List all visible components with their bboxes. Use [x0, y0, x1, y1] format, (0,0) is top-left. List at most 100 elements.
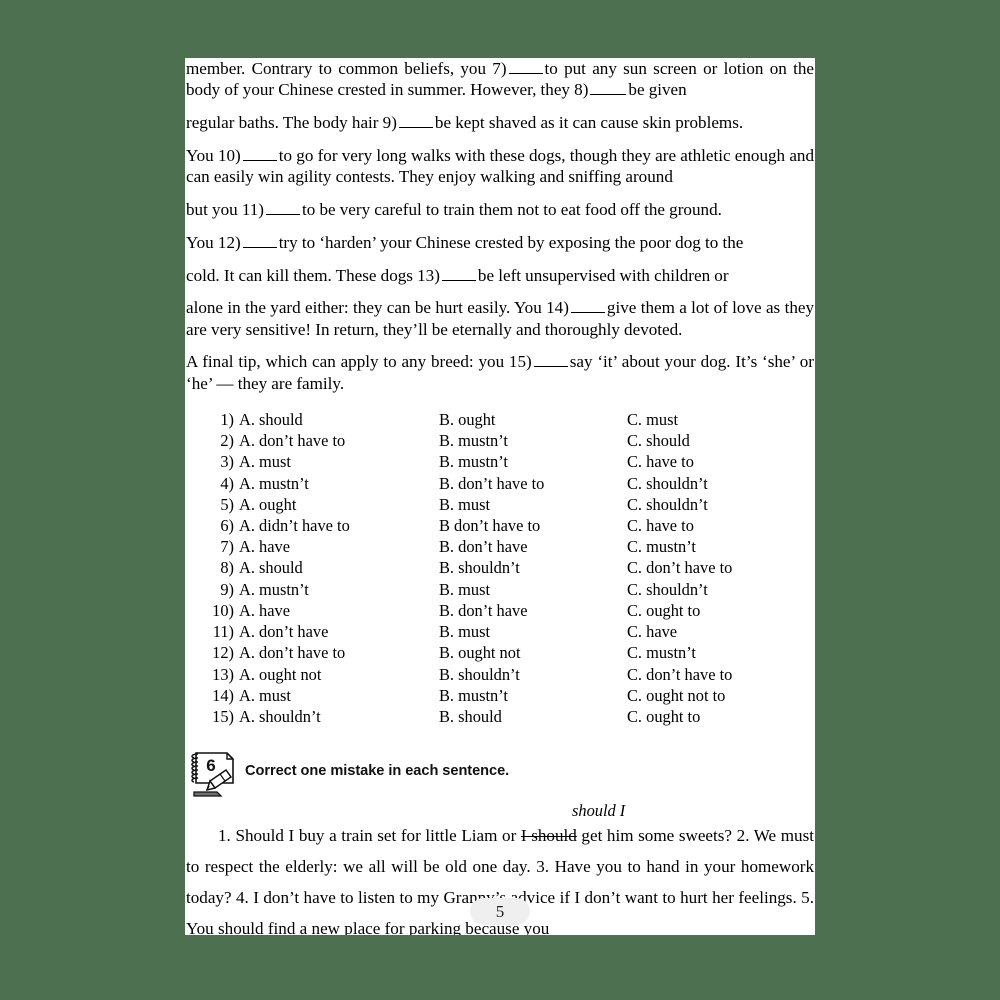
paragraph-text: alone in the yard either: they can be hu…: [186, 298, 569, 318]
option-choice-c[interactable]: C. have: [627, 621, 815, 642]
option-choice-c[interactable]: C. have to: [627, 515, 815, 536]
paragraph-text: be kept shaved as it can cause skin prob…: [434, 113, 744, 133]
option-choice-c[interactable]: C. must: [627, 409, 815, 430]
option-choice-a[interactable]: A. don’t have: [234, 621, 439, 642]
option-choice-c[interactable]: C. mustn’t: [627, 642, 815, 663]
option-choice-b[interactable]: B. don’t have to: [439, 473, 627, 494]
paragraph-text: to go for very long walks with these dog…: [186, 145, 815, 187]
passage-paragraph: A final tip, which can apply to any bree…: [185, 351, 815, 394]
option-row: 5) A. ought B. must C. shouldn’t: [204, 494, 815, 515]
option-choice-b[interactable]: B. mustn’t: [439, 430, 627, 451]
option-choice-b[interactable]: B. don’t have: [439, 600, 627, 621]
paragraph-text: be left unsupervised with children or: [477, 265, 729, 285]
option-row: 7) A. have B. don’t have C. mustn’t: [204, 536, 815, 557]
option-choice-a[interactable]: A. should: [234, 557, 439, 578]
option-choice-c[interactable]: C. ought to: [627, 600, 815, 621]
answer-blank[interactable]: [242, 149, 277, 161]
passage-paragraph: alone in the yard either: they can be hu…: [185, 297, 815, 340]
passage-paragraph: cold. It can kill them. These dogs 13) be…: [185, 265, 815, 286]
sentence-number: 1.: [218, 826, 231, 846]
passage-paragraph: You 10) to go for very long walks with th…: [185, 145, 815, 188]
option-number: 4): [220, 473, 234, 493]
answer-blank[interactable]: [570, 301, 605, 314]
option-choice-b[interactable]: B. don’t have: [439, 536, 627, 557]
option-number: 2): [220, 431, 234, 451]
option-choice-a[interactable]: A. should: [234, 409, 439, 430]
answer-blank[interactable]: [441, 269, 476, 281]
option-choice-c[interactable]: C. ought not to: [627, 685, 815, 706]
option-row: 11) A. don’t have B. must C. have: [204, 621, 815, 642]
answer-blank[interactable]: [508, 62, 543, 74]
option-row: 4) A. mustn’t B. don’t have to C. should…: [204, 473, 815, 494]
option-row: 12) A. don’t have to B. ought not C. mus…: [204, 642, 815, 663]
option-choice-b[interactable]: B. should: [439, 706, 627, 727]
option-row: 8) A. should B. shouldn’t C. don’t have …: [204, 557, 815, 578]
option-choice-b[interactable]: B. must: [439, 621, 627, 642]
paragraph-text: but you 11): [186, 199, 264, 219]
option-choice-a[interactable]: A. didn’t have to: [234, 515, 439, 536]
option-choice-c[interactable]: C. don’t have to: [627, 557, 815, 578]
option-choice-a[interactable]: A. must: [234, 451, 439, 472]
paragraph-text: try to ‘harden’ your Chinese crested by …: [278, 232, 744, 252]
struck-through-text: I should: [520, 826, 577, 846]
option-choice-c[interactable]: C. shouldn’t: [627, 579, 815, 600]
option-choice-a[interactable]: A. ought: [234, 494, 439, 515]
option-choice-a[interactable]: A. have: [234, 600, 439, 621]
option-choice-b[interactable]: B. mustn’t: [439, 451, 627, 472]
option-choice-b[interactable]: B don’t have to: [439, 515, 627, 536]
option-choice-b[interactable]: B. must: [439, 579, 627, 600]
svg-text:6: 6: [206, 756, 215, 775]
option-number: 13): [212, 664, 234, 684]
option-choice-c[interactable]: C. don’t have to: [627, 664, 815, 685]
option-choice-c[interactable]: C. shouldn’t: [627, 494, 815, 515]
option-choice-c[interactable]: C. have to: [627, 451, 815, 472]
option-number: 11): [212, 622, 234, 642]
sentence-text-before: Should I buy a train set for little Liam…: [235, 826, 521, 846]
passage-section: member. Contrary to common beliefs, you …: [185, 58, 815, 394]
option-number: 8): [220, 558, 234, 578]
paragraph-text: You 10): [186, 145, 241, 165]
option-choice-c[interactable]: C. shouldn’t: [627, 473, 815, 494]
option-number: 3): [220, 452, 234, 472]
option-choice-c[interactable]: C. ought to: [627, 706, 815, 727]
option-choice-a[interactable]: A. mustn’t: [234, 473, 439, 494]
paragraph-text: be given: [628, 80, 687, 100]
paragraph-text: regular baths. The body hair 9): [186, 113, 397, 133]
passage-paragraph: but you 11) to be very careful to train t…: [185, 199, 815, 220]
option-choice-c[interactable]: C. should: [627, 430, 815, 451]
option-number: 9): [220, 579, 234, 599]
option-number: 10): [212, 600, 234, 620]
option-choice-a[interactable]: A. don’t have to: [234, 430, 439, 451]
option-choice-b[interactable]: B. shouldn’t: [439, 664, 627, 685]
option-choice-a[interactable]: A. have: [234, 536, 439, 557]
option-choice-a[interactable]: A. shouldn’t: [234, 706, 439, 727]
paragraph-text: to be very careful to train them not to …: [301, 199, 722, 219]
page-number-container: 5: [185, 898, 815, 925]
option-number: 6): [220, 516, 234, 536]
option-choice-a[interactable]: A. must: [234, 685, 439, 706]
option-choice-a[interactable]: A. don’t have to: [234, 642, 439, 663]
paragraph-text: You 12): [186, 232, 241, 252]
passage-paragraph: You 12) try to ‘harden’ your Chinese cres…: [185, 232, 815, 253]
option-row: 15) A. shouldn’t B. should C. ought to: [204, 706, 815, 727]
answer-blank[interactable]: [533, 355, 568, 368]
option-number: 14): [212, 685, 234, 705]
exercise-header: 6 Correct one mistake in each sentence.: [185, 749, 815, 799]
option-choice-a[interactable]: A. ought not: [234, 664, 439, 685]
option-choice-b[interactable]: B. mustn’t: [439, 685, 627, 706]
option-choice-c[interactable]: C. mustn’t: [627, 536, 815, 557]
answer-blank[interactable]: [265, 203, 300, 215]
answer-blank[interactable]: [398, 116, 433, 129]
paragraph-text: member. Contrary to common beliefs, you …: [186, 59, 507, 78]
option-row: 9) A. mustn’t B. must C. shouldn’t: [204, 579, 815, 600]
option-row: 10) A. have B. don’t have C. ought to: [204, 600, 815, 621]
option-choice-b[interactable]: B. ought: [439, 409, 627, 430]
answer-blank[interactable]: [590, 83, 627, 96]
option-choice-b[interactable]: B. must: [439, 494, 627, 515]
passage-paragraph: member. Contrary to common beliefs, you …: [185, 58, 815, 101]
option-choice-b[interactable]: B. ought not: [439, 642, 627, 663]
exercise-instruction: Correct one mistake in each sentence.: [245, 763, 510, 780]
answer-blank[interactable]: [242, 236, 277, 248]
option-choice-a[interactable]: A. mustn’t: [234, 579, 439, 600]
option-choice-b[interactable]: B. shouldn’t: [439, 557, 627, 578]
